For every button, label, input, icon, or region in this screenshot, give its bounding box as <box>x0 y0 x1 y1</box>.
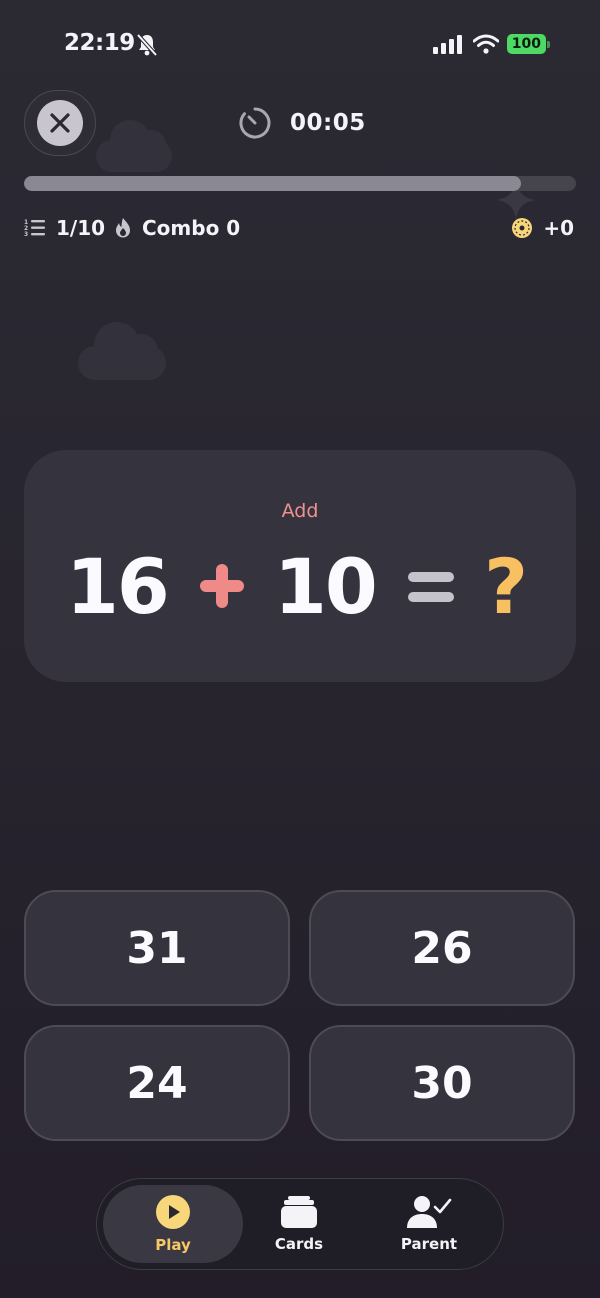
parent-icon <box>407 1196 452 1228</box>
cards-icon <box>281 1196 317 1228</box>
play-icon <box>156 1195 190 1229</box>
coin-icon <box>512 218 533 238</box>
cellular-signal-icon <box>432 35 462 54</box>
nav-item-parent[interactable]: Parent <box>365 1185 493 1263</box>
timer-text: 00:05 <box>290 110 366 136</box>
operand-b: 10 <box>274 542 378 631</box>
status-time: 22:19 <box>64 30 135 56</box>
bell-muted-icon <box>136 33 158 57</box>
battery-nub <box>547 40 550 48</box>
answer-option[interactable]: 30 <box>309 1025 575 1141</box>
answer-option[interactable]: 31 <box>24 890 290 1006</box>
unknown-answer-mark: ? <box>484 542 529 631</box>
nav-item-cards[interactable]: Cards <box>237 1185 361 1263</box>
nav-item-play[interactable]: Play <box>103 1185 243 1263</box>
close-icon <box>50 113 70 133</box>
plus-icon <box>200 564 244 608</box>
operand-a: 16 <box>66 542 170 631</box>
answer-option[interactable]: 26 <box>309 890 575 1006</box>
battery-level: 100 <box>506 34 546 54</box>
flame-icon <box>116 218 130 238</box>
nav-label-play: Play <box>155 1236 191 1254</box>
svg-text:3: 3 <box>24 231 28 238</box>
combo-text: Combo 0 <box>142 216 241 240</box>
combo-counter: Combo 0 <box>114 216 240 240</box>
status-indicators: 100 <box>432 34 550 54</box>
close-button[interactable] <box>37 100 83 146</box>
battery-indicator: 100 <box>506 34 550 54</box>
cloud-decoration <box>96 120 172 172</box>
bottom-nav: Play Cards Parent <box>96 1178 504 1270</box>
progress-fill <box>24 176 521 191</box>
timer: 00:05 <box>238 106 366 140</box>
nav-label-parent: Parent <box>400 1235 458 1253</box>
answer-option[interactable]: 24 <box>24 1025 290 1141</box>
operation-label: Add <box>281 500 319 522</box>
wifi-icon <box>472 34 499 54</box>
numbered-list-icon: 1 2 3 <box>24 219 45 238</box>
equation: 16 10 ? <box>24 542 576 632</box>
equals-icon <box>408 572 454 602</box>
coin-text: +0 <box>543 216 574 240</box>
stopwatch-icon <box>239 107 271 139</box>
question-card: Add 16 10 ? <box>24 450 576 682</box>
nav-label-cards: Cards <box>274 1235 324 1253</box>
cloud-decoration <box>78 322 166 380</box>
question-counter-text: 1/10 <box>56 216 106 240</box>
progress-bar <box>24 176 576 191</box>
question-counter: 1 2 3 1/10 <box>24 216 105 240</box>
coin-counter: +0 <box>511 216 574 240</box>
